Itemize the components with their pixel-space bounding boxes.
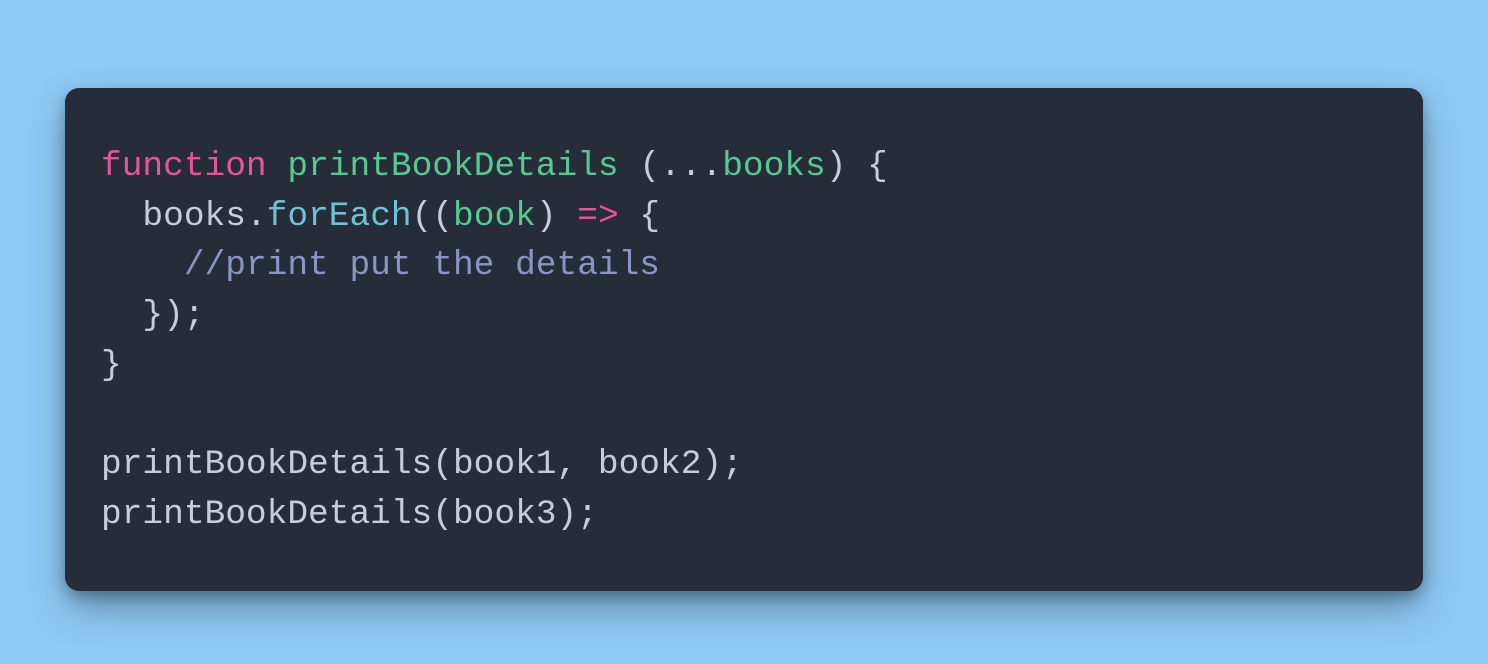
token-punct: . (246, 197, 267, 236)
token-comment: //print put the details (184, 246, 660, 285)
code-snippet-card: function printBookDetails (...books) { b… (65, 88, 1423, 591)
token-method: forEach (267, 197, 412, 236)
token-indent (101, 296, 142, 335)
token-spread: ... (660, 147, 722, 186)
token-punct: ) { (826, 147, 888, 186)
token-punct: }); (142, 296, 204, 335)
token-param: books (722, 147, 826, 186)
token-keyword-function: function (101, 147, 267, 186)
token-function-name: printBookDetails (287, 147, 618, 186)
token-param: book (453, 197, 536, 236)
token-arrow: => (577, 197, 618, 236)
token-ident: books (142, 197, 246, 236)
token-punct: ( (639, 147, 660, 186)
code-block: function printBookDetails (...books) { b… (101, 142, 1387, 539)
token-punct: ) (536, 197, 577, 236)
token-punct: } (101, 346, 122, 385)
token-space (619, 147, 640, 186)
token-statement: printBookDetails(book1, book2); (101, 445, 743, 484)
token-punct: { (619, 197, 660, 236)
token-space (267, 147, 288, 186)
token-statement: printBookDetails(book3); (101, 495, 598, 534)
token-indent (101, 246, 184, 285)
token-punct: (( (412, 197, 453, 236)
token-indent (101, 197, 142, 236)
